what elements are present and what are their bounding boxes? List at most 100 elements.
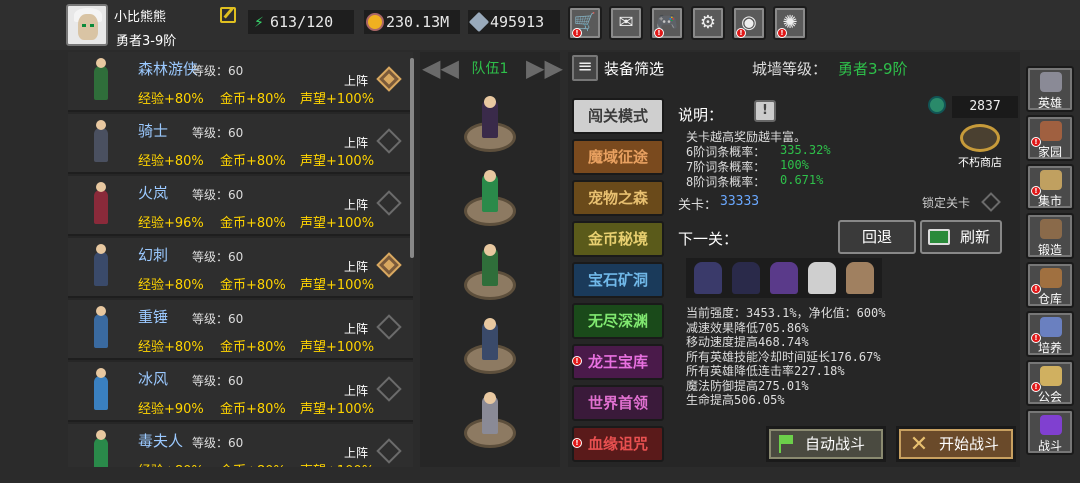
hero-row[interactable]: 森林游侠 等级：60 经验+80% 金币+80% 声望+100% 上阵 xyxy=(68,52,413,112)
color-wheel-button[interactable]: ◉! xyxy=(732,6,766,40)
rate-value: 335.32% xyxy=(780,143,831,157)
guild-icon xyxy=(1040,366,1062,386)
hero-deploy-toggle[interactable] xyxy=(376,128,402,154)
hero-fame-bonus: 声望+100% xyxy=(300,460,374,467)
team-slot[interactable] xyxy=(460,244,520,304)
hero-deploy-toggle[interactable] xyxy=(376,66,402,92)
mail-button[interactable]: ✉ xyxy=(609,6,643,40)
hero-list[interactable]: 森林游侠 等级：60 经验+80% 金币+80% 声望+100% 上阵 骑士 等级：60 经验+… xyxy=(68,52,413,467)
hero-row[interactable]: 幻刺 等级：60 经验+80% 金币+80% 声望+100% 上阵 xyxy=(68,238,413,298)
settings-button[interactable]: ⚙ xyxy=(691,6,725,40)
edit-name-icon[interactable] xyxy=(220,7,236,23)
hero-row[interactable]: 火岚 等级：60 经验+96% 金币+80% 声望+100% 上阵 xyxy=(68,176,413,236)
enemy-portrait xyxy=(808,262,836,294)
hero-name: 火岚 xyxy=(138,184,169,202)
team-prev-arrow-icon[interactable]: ◀◀ xyxy=(422,54,459,82)
hero-level: 等级：60 xyxy=(192,436,244,450)
equipment-filter-label[interactable]: 装备筛选 xyxy=(604,58,664,79)
sidebar-guild-button[interactable]: 公会! xyxy=(1026,360,1074,406)
hero-deploy-toggle[interactable] xyxy=(376,252,402,278)
mode-button[interactable]: 龙王宝库! xyxy=(572,344,664,380)
hero-deploy-toggle[interactable] xyxy=(376,376,402,402)
hero-gold-bonus: 金币+80% xyxy=(220,278,286,293)
chest-icon xyxy=(1040,268,1062,288)
immortal-shop-label[interactable]: 不朽商店 xyxy=(958,154,1002,170)
hero-row[interactable]: 骑士 等级：60 经验+80% 金币+80% 声望+100% 上阵 xyxy=(68,114,413,174)
hero-deploy-toggle[interactable] xyxy=(376,190,402,216)
info-icon[interactable]: ! xyxy=(754,100,776,122)
hero-fame-bonus: 声望+100% xyxy=(300,278,375,293)
hero-fame-bonus: 声望+100% xyxy=(300,154,375,169)
hero-level: 等级：60 xyxy=(192,250,244,264)
hero-exp-bonus: 经验+80% xyxy=(138,460,204,467)
mode-button[interactable]: 魔域征途 xyxy=(572,139,664,175)
auto-battle-button[interactable]: 自动战斗 xyxy=(766,426,886,462)
menu-icon[interactable]: ≡ xyxy=(572,55,598,81)
wall-level-value: 勇者3-9阶 xyxy=(838,60,908,78)
rate-value: 0.671% xyxy=(780,173,824,187)
hero-fame-bonus: 声望+100% xyxy=(300,402,375,417)
username: 小比熊熊 xyxy=(114,10,167,25)
portal-icon xyxy=(1040,415,1062,435)
hero-name: 骑士 xyxy=(138,122,169,140)
hero-fame-bonus: 声望+100% xyxy=(300,216,375,231)
hero-name: 冰风 xyxy=(138,370,169,388)
hero-gold-bonus: 金币+80% xyxy=(220,216,286,231)
sidebar-chest-button[interactable]: 仓库! xyxy=(1026,262,1074,308)
shop-cart-button[interactable]: 🛒! xyxy=(568,6,602,40)
team-slot[interactable] xyxy=(460,392,520,452)
mode-button[interactable]: 世界首领 xyxy=(572,385,664,421)
crossed-swords-icon: ✕ xyxy=(909,432,929,457)
team-column: ◀◀ 队伍1 ▶▶ xyxy=(420,52,563,467)
alert-badge-icon: ! xyxy=(1031,382,1041,392)
hero-fame-bonus: 声望+100% xyxy=(300,92,375,107)
hero-row[interactable]: 重锤 等级：60 经验+80% 金币+80% 声望+100% 上阵 xyxy=(68,300,413,360)
hero-level: 等级：60 xyxy=(192,64,244,78)
token-icon xyxy=(930,98,944,112)
start-battle-button[interactable]: ✕ 开始战斗 xyxy=(896,426,1016,462)
mode-button[interactable]: 血缘诅咒! xyxy=(572,426,664,462)
sidebar-cup-button[interactable]: 培养! xyxy=(1026,311,1074,357)
sidebar-portal-button[interactable]: 战斗 xyxy=(1026,409,1074,455)
mode-button[interactable]: 金币秘境 xyxy=(572,221,664,257)
sidebar-helmet-button[interactable]: 英雄 xyxy=(1026,66,1074,112)
hero-list-scrollbar[interactable] xyxy=(410,58,414,258)
mode-button[interactable]: 宠物之森 xyxy=(572,180,664,216)
avatar[interactable] xyxy=(66,4,108,46)
immortal-shop-icon[interactable] xyxy=(960,124,1000,152)
team-slot[interactable] xyxy=(460,318,520,378)
flag-icon xyxy=(779,435,795,453)
hero-deploy-toggle[interactable] xyxy=(376,438,402,464)
team-next-arrow-icon[interactable]: ▶▶ xyxy=(526,54,563,82)
back-button[interactable]: 回退 xyxy=(838,220,916,254)
hero-level: 等级：60 xyxy=(192,188,244,202)
hero-name: 森林游侠 xyxy=(138,60,199,78)
sidebar-market-button[interactable]: 集市! xyxy=(1026,164,1074,210)
gamepad-button[interactable]: 🎮! xyxy=(650,6,684,40)
mode-button[interactable]: 无尽深渊 xyxy=(572,303,664,339)
hero-exp-bonus: 经验+90% xyxy=(138,402,204,417)
hero-name: 重锤 xyxy=(138,308,169,326)
enemy-portrait xyxy=(846,262,874,294)
stage-label: 关卡： xyxy=(678,198,718,213)
team-slot[interactable] xyxy=(460,170,520,230)
broadcast-button[interactable]: ✺! xyxy=(773,6,807,40)
hero-portrait xyxy=(78,304,124,356)
sidebar-house-button[interactable]: 家园! xyxy=(1026,115,1074,161)
alert-badge-icon: ! xyxy=(1031,333,1041,343)
next-stage-label: 下一关： xyxy=(678,230,739,248)
gem-icon xyxy=(468,11,490,33)
refresh-button[interactable]: 刷新 xyxy=(920,220,1002,254)
hero-deploy-label: 上阵 xyxy=(344,260,369,274)
team-slot[interactable] xyxy=(460,96,520,156)
hero-row[interactable]: 毒夫人等级：60 经验+80% 金币+80% 声望+100%上阵 xyxy=(68,424,413,467)
mode-button[interactable]: 闯关模式 xyxy=(572,98,664,134)
hero-gold-bonus: 金币+80% xyxy=(220,154,286,169)
sidebar-label: 战斗 xyxy=(1037,439,1062,453)
sidebar-anvil-button[interactable]: 锻造 xyxy=(1026,213,1074,259)
hero-portrait xyxy=(78,366,124,418)
hero-deploy-toggle[interactable] xyxy=(376,314,402,340)
hero-portrait xyxy=(78,180,124,232)
hero-row[interactable]: 冰风 等级：60 经验+90% 金币+80% 声望+100% 上阵 xyxy=(68,362,413,422)
mode-button[interactable]: 宝石矿洞 xyxy=(572,262,664,298)
